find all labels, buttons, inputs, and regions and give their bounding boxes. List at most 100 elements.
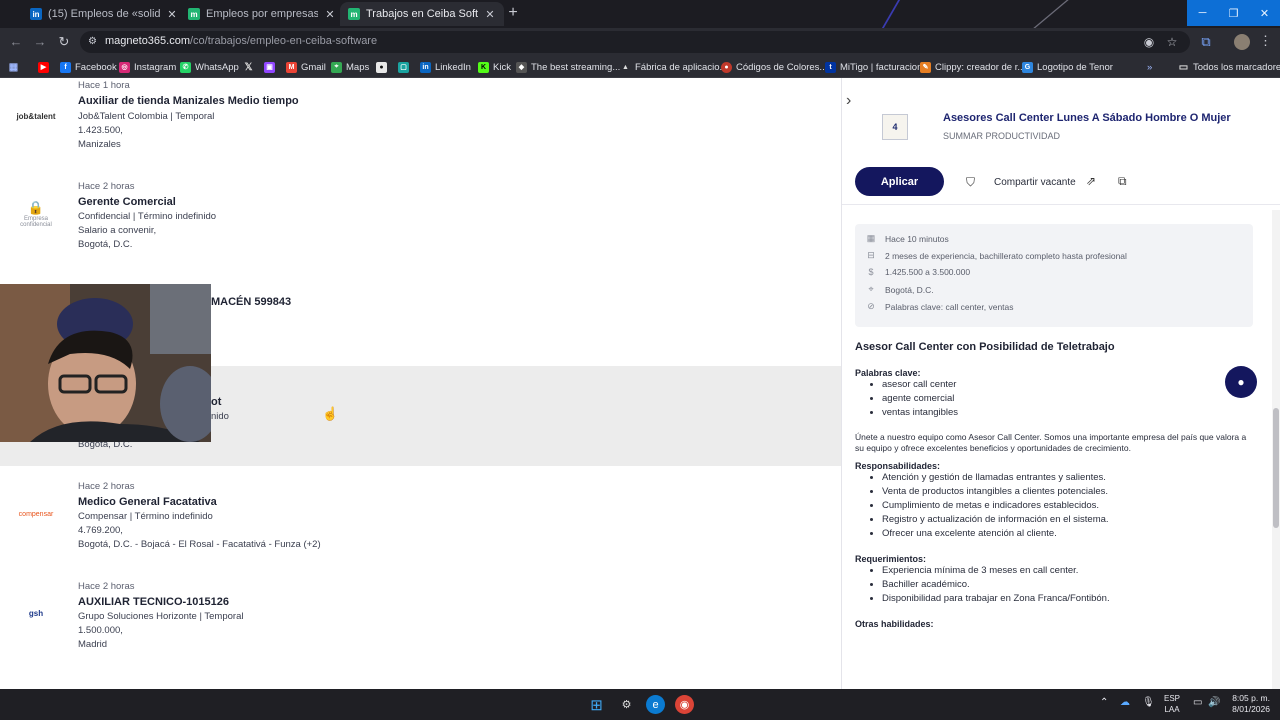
bookmark-x[interactable]: 𝕏 <box>243 60 254 74</box>
bookmark-icon[interactable]: ⛉ <box>966 175 975 190</box>
briefcase-icon: ⊟ <box>867 250 875 260</box>
money-icon: $ <box>868 267 874 277</box>
magneto-icon: m <box>348 8 360 20</box>
eye-slash-icon[interactable]: ◉ <box>1142 35 1156 49</box>
bookmark-mitigo[interactable]: t MiTigo | facturacion <box>825 60 922 74</box>
onedrive-icon[interactable]: ☁ <box>1120 697 1130 708</box>
tab-magneto-ceiba[interactable]: m Trabajos en Ceiba Software En ✕ <box>340 2 504 26</box>
job-title[interactable]: Medico General Facatativa <box>78 496 217 508</box>
bookmark-colores[interactable]: ● Códigos de Colores... <box>721 60 827 74</box>
lock-icon: 🔒 <box>27 200 45 215</box>
bookmark-fabrica[interactable]: ▲ Fábrica de aplicacio... <box>620 60 727 74</box>
job-title[interactable]: Auxiliar de tienda Manizales Medio tiemp… <box>78 95 299 107</box>
bookmark-twitch[interactable]: ▣ <box>264 60 275 74</box>
forward-button[interactable]: → <box>32 34 48 50</box>
job-title[interactable]: ot <box>211 396 221 408</box>
bookmark-facebook[interactable]: f Facebook <box>60 60 117 74</box>
close-window-button[interactable]: ✕ <box>1249 0 1280 26</box>
job-card[interactable]: gsh Hace 2 horas AUXILIAR TECNICO-101512… <box>0 566 841 666</box>
job-company: Job&Talent Colombia | Temporal <box>78 111 215 122</box>
chrome-icon[interactable]: ◉ <box>675 695 694 714</box>
wallpaper-decoration <box>1033 0 1069 28</box>
share-icon[interactable]: ⇗ <box>1086 174 1096 188</box>
company-logo: job&talent <box>16 112 56 121</box>
tab-linkedin-jobs[interactable]: in (15) Empleos de «solidaria» | Li ✕ <box>22 2 186 26</box>
bookmark-maps[interactable]: ⌖ Maps <box>331 60 369 74</box>
bookmark-kick[interactable]: K Kick <box>478 60 511 74</box>
bookmark-youtube[interactable]: ▶ <box>38 60 49 74</box>
youtube-icon: ▶ <box>38 61 49 73</box>
job-location: Bogotá, D.C. <box>78 239 133 250</box>
job-title[interactable]: MACÉN 599843 <box>211 296 291 308</box>
network-icon[interactable]: ▭ <box>1193 697 1202 708</box>
whatsapp-icon: ✆ <box>180 61 191 73</box>
job-card[interactable]: job&talent Hace 1 hora Auxiliar de tiend… <box>0 78 841 156</box>
bookmark-linkedin[interactable]: in LinkedIn <box>420 60 471 74</box>
share-vacancy-button[interactable]: Compartir vacante <box>994 177 1076 188</box>
tenor-icon: G <box>1022 61 1033 73</box>
bookmark-clippy[interactable]: ✎ Clippy: creador de r... <box>920 60 1025 74</box>
maps-icon: ⌖ <box>331 61 342 73</box>
job-salary: 4.769.200, <box>78 525 123 536</box>
clippy-icon: ✎ <box>920 61 931 73</box>
bookmark-tenor[interactable]: G Logotipo de Tenor <box>1022 60 1113 74</box>
site-info-icon[interactable]: ⚙ <box>88 36 100 48</box>
restore-button[interactable]: ❐ <box>1218 0 1249 26</box>
copy-link-icon[interactable]: ⧉ <box>1118 174 1127 189</box>
scrollbar-thumb[interactable] <box>1273 408 1279 528</box>
extensions-icon[interactable]: ⧉ <box>1198 34 1214 50</box>
job-title[interactable]: AUXILIAR TECNICO-1015126 <box>78 596 229 608</box>
system-clock[interactable]: 8:05 p. m. 8/01/2026 <box>1226 693 1270 715</box>
bookmark-whatsapp[interactable]: ✆ WhatsApp <box>180 60 239 74</box>
edge-icon[interactable]: e <box>646 695 665 714</box>
new-tab-button[interactable]: + <box>505 4 521 22</box>
avatar[interactable] <box>1234 34 1250 50</box>
menu-dots-icon[interactable]: ⋮ <box>1259 33 1272 49</box>
apply-button[interactable]: Aplicar <box>855 167 944 196</box>
job-card[interactable]: compensar Hace 2 horas Medico General Fa… <box>0 466 841 566</box>
magneto-icon: m <box>188 8 200 20</box>
job-company: nido <box>211 411 229 422</box>
bookmark-streaming[interactable]: ◆ The best streaming... <box>516 60 620 74</box>
job-title[interactable]: Gerente Comercial <box>78 196 176 208</box>
apps-grid-icon[interactable]: ▦ <box>8 60 19 74</box>
more-bookmarks-icon[interactable]: » <box>1147 60 1152 74</box>
all-bookmarks-folder[interactable]: ▭ Todos los marcadores <box>1178 60 1280 74</box>
hand-cursor-icon: ☝ <box>322 406 339 421</box>
bookmark-instagram[interactable]: ◎ Instagram <box>119 60 176 74</box>
bookmark-star-icon[interactable]: ☆ <box>1165 35 1179 49</box>
close-tab-icon[interactable]: ✕ <box>166 8 178 21</box>
browser-tab-strip: in (15) Empleos de «solidaria» | Li ✕ m … <box>0 0 1280 28</box>
tab-magneto-companies[interactable]: m Empleos por empresas en Colo ✕ <box>180 2 344 26</box>
back-button[interactable]: ← <box>8 34 24 50</box>
job-posted-time: Hace 2 horas <box>78 581 135 592</box>
address-bar[interactable]: ⚙ magneto365.com/co/trabajos/empleo-en-c… <box>80 31 1190 53</box>
list-item: Atención y gestión de llamadas entrantes… <box>882 471 1255 485</box>
chevron-right-icon[interactable]: › <box>846 92 851 110</box>
responsibilities-section: Responsabilidades: Atención y gestión de… <box>855 461 1255 541</box>
bookmark-github[interactable]: ● <box>376 60 387 74</box>
linkedin-icon: in <box>420 61 431 73</box>
minimize-button[interactable]: ─ <box>1187 0 1218 26</box>
streaming-icon: ◆ <box>516 61 527 73</box>
tigo-icon: t <box>825 61 836 73</box>
detail-job-title[interactable]: Asesores Call Center Lunes A Sábado Homb… <box>943 112 1231 124</box>
reload-button[interactable]: ↻ <box>56 34 72 50</box>
list-item: Venta de productos intangibles a cliente… <box>882 485 1255 499</box>
app-icon: ▢ <box>398 61 409 73</box>
list-item: Ofrecer una excelente atención al client… <box>882 527 1255 541</box>
close-tab-icon[interactable]: ✕ <box>324 8 336 21</box>
keyboard-language[interactable]: ESP LAA <box>1160 693 1184 715</box>
microphone-icon[interactable]: 🎙 <box>1142 697 1155 708</box>
settings-icon[interactable]: ⚙ <box>617 695 636 714</box>
chat-button[interactable]: ● <box>1225 366 1257 398</box>
bookmark-app[interactable]: ▢ <box>398 60 409 74</box>
bookmark-gmail[interactable]: M Gmail <box>286 60 326 74</box>
job-card[interactable]: 🔒 Empresa confidencial Hace 2 horas Gere… <box>0 166 841 266</box>
volume-icon[interactable]: 🔊 <box>1208 697 1220 708</box>
windows-start-icon[interactable]: ⊞ <box>587 695 606 714</box>
github-icon: ● <box>376 61 387 73</box>
tray-overflow-icon[interactable]: ⌃ <box>1100 697 1108 708</box>
close-tab-icon[interactable]: ✕ <box>484 8 496 21</box>
tag-icon: ⊘ <box>867 301 875 311</box>
